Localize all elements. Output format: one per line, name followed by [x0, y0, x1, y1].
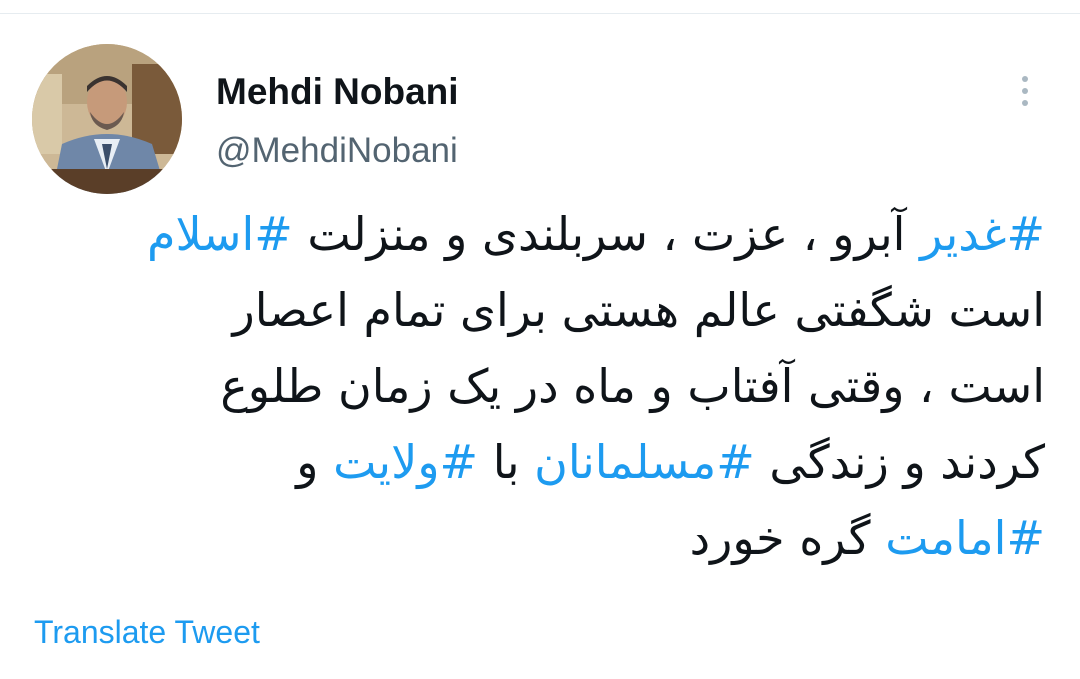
tweet-text-segment: است شگفتی عالم هستی برای تمام اعصار	[232, 283, 1045, 337]
tweet-line: کردند و زندگی #مسلمانان با #ولایت و	[40, 424, 1045, 500]
tweet-text-segment: آبرو ، عزت ، سربلندی و منزلت	[292, 207, 921, 261]
hashtag-link[interactable]: #غدیر	[920, 207, 1045, 261]
author-display-name[interactable]: Mehdi Nobani	[216, 70, 459, 114]
tweet-text-segment: با	[478, 435, 535, 489]
hashtag-link[interactable]: #ولایت	[333, 435, 478, 489]
tweet-line: است ، وقتی آفتاب و ماه در یک زمان طلوع	[40, 348, 1045, 424]
hashtag-link[interactable]: #اسلام	[147, 207, 293, 261]
more-options-button[interactable]	[1002, 68, 1048, 114]
tweet-text-segment: است ، وقتی آفتاب و ماه در یک زمان طلوع	[220, 359, 1045, 413]
tweet-line: #امامت گره خورد	[40, 500, 1045, 576]
tweet-line: #غدیر آبرو ، عزت ، سربلندی و منزلت #اسلا…	[40, 196, 1045, 272]
top-divider	[0, 13, 1080, 14]
avatar-image	[32, 44, 182, 194]
vertical-ellipsis-icon-dot	[1022, 88, 1028, 94]
avatar[interactable]	[32, 44, 182, 194]
tweet-text-segment: گره خورد	[689, 511, 886, 565]
tweet-text-segment: کردند و زندگی	[754, 435, 1045, 489]
tweet-line: است شگفتی عالم هستی برای تمام اعصار	[40, 272, 1045, 348]
vertical-ellipsis-icon-dot	[1022, 100, 1028, 106]
author-handle[interactable]: @MehdiNobani	[216, 130, 458, 172]
hashtag-link[interactable]: #امامت	[885, 511, 1045, 565]
tweet-text-segment: و	[296, 435, 334, 489]
tweet-text: #غدیر آبرو ، عزت ، سربلندی و منزلت #اسلا…	[40, 196, 1045, 576]
vertical-ellipsis-icon	[1022, 76, 1028, 82]
translate-tweet-link[interactable]: Translate Tweet	[34, 612, 260, 652]
hashtag-link[interactable]: #مسلمانان	[534, 435, 755, 489]
